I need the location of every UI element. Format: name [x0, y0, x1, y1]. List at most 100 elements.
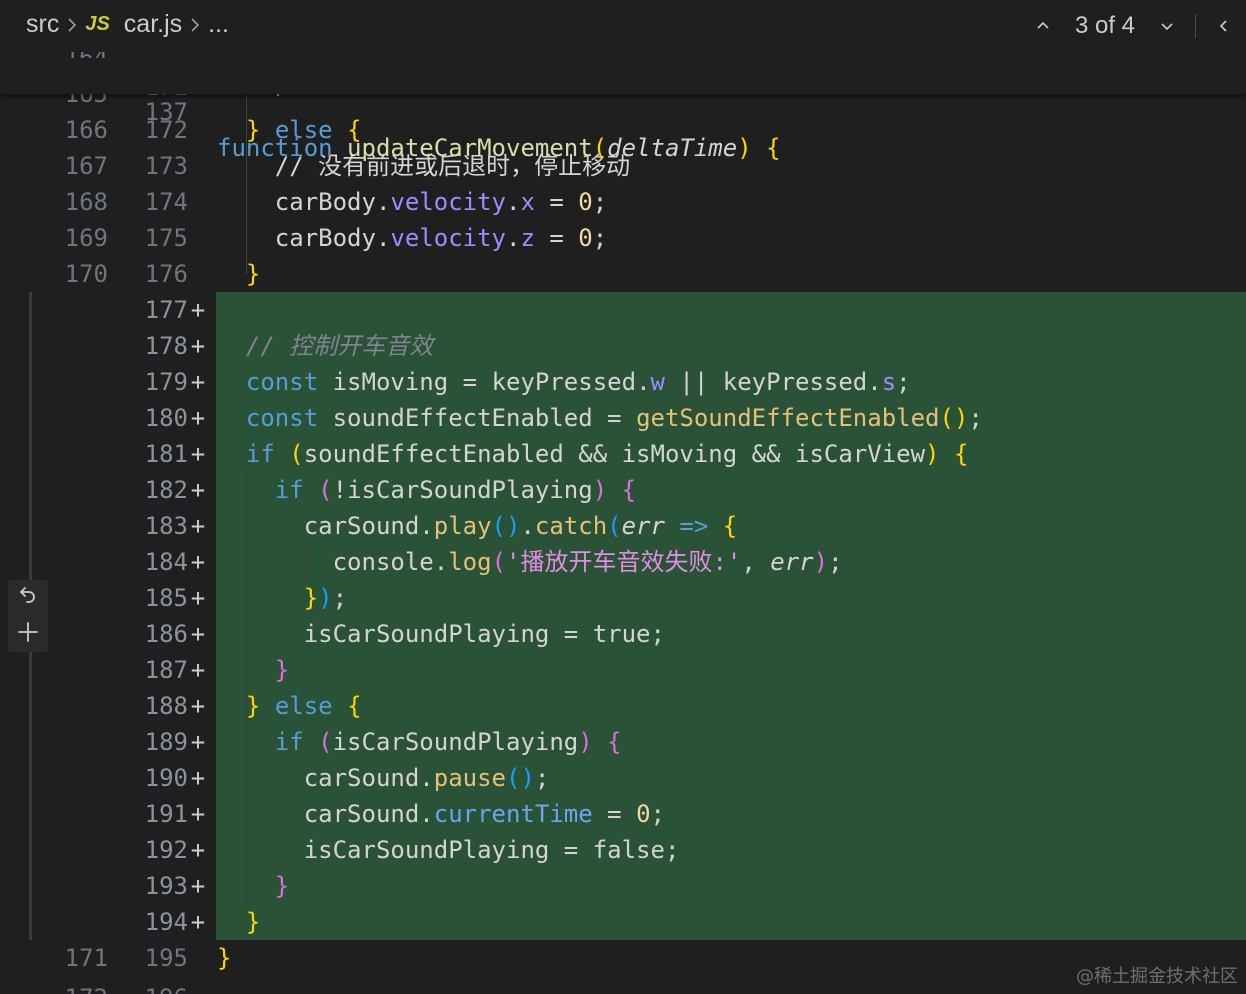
line-number-new: 184 — [144, 548, 188, 576]
line-number-new: 194 — [144, 908, 188, 936]
line-number-new: 174 — [144, 188, 188, 216]
added-line-marker: + — [190, 476, 206, 504]
added-code-line[interactable]: 183 + carSound.play().catch(err => { — [0, 508, 1246, 544]
code-text: carSound.currentTime = 0; — [303, 800, 665, 828]
added-code-line[interactable]: 194 + } — [0, 904, 1246, 940]
code-text: } — [245, 908, 261, 936]
plus-icon[interactable] — [16, 620, 40, 648]
watermark: @稀土掘金技术社区 — [1076, 966, 1238, 987]
added-line-marker: + — [190, 296, 206, 324]
code-text: carSound.play().catch(err => { — [303, 512, 738, 540]
code-line: function updateCarMovement(deltaTime) { — [217, 134, 781, 162]
added-code-line[interactable]: 191 + carSound.currentTime = 0; — [0, 796, 1246, 832]
added-code-line[interactable]: 179 + const isMoving = keyPressed.w || ke… — [0, 364, 1246, 400]
added-code-line[interactable]: 189 + if (isCarSoundPlaying) { — [0, 724, 1246, 760]
added-line-marker: + — [190, 656, 206, 684]
js-file-icon: JS — [85, 13, 110, 35]
added-code-line[interactable]: 185 + }); — [0, 580, 1246, 616]
code-text: } — [274, 872, 290, 900]
code-text: if (soundEffectEnabled && isMoving && is… — [245, 440, 969, 468]
line-number-new: 187 — [144, 656, 188, 684]
added-line-marker: + — [190, 872, 206, 900]
code-text: const soundEffectEnabled = getSoundEffec… — [245, 404, 983, 432]
line-number-new: 173 — [144, 152, 188, 180]
breadcrumb-symbol[interactable]: ... — [208, 10, 229, 39]
line-number-new: 185 — [144, 584, 188, 612]
breadcrumb: src JS car.js ... — [26, 10, 229, 39]
editor-breadcrumb-bar: src JS car.js ... 3 of 4 — [0, 0, 1246, 52]
line-number-new: 195 — [144, 944, 188, 972]
line-number-new: 188 — [144, 692, 188, 720]
code-text: } — [245, 260, 261, 288]
added-line-marker: + — [190, 548, 206, 576]
line-number-new: 179 — [144, 368, 188, 396]
line-number-new: 175 — [144, 224, 188, 252]
diff-editor[interactable]: 164 171 } 137 function updateCarMovement… — [0, 0, 1246, 994]
added-line-marker: + — [190, 512, 206, 540]
added-line-marker: + — [190, 800, 206, 828]
breadcrumb-file[interactable]: car.js — [124, 10, 182, 39]
chevron-right-icon — [182, 17, 208, 33]
code-line[interactable]: 170 176 } — [0, 256, 1246, 292]
chevron-down-icon[interactable] — [1145, 10, 1189, 42]
divider — [1195, 14, 1196, 38]
code-text: if (isCarSoundPlaying) { — [274, 728, 622, 756]
code-text: const isMoving = keyPressed.w || keyPres… — [245, 368, 911, 396]
code-text: } — [217, 944, 232, 972]
added-line-marker: + — [190, 836, 206, 864]
code-text: } — [274, 656, 290, 684]
code-text: carBody.velocity.x = 0; — [274, 188, 608, 216]
code-text: isCarSoundPlaying = false; — [303, 836, 680, 864]
added-code-line[interactable]: 181 + if (soundEffectEnabled && isMoving … — [0, 436, 1246, 472]
sticky-scroll-line[interactable]: 137 function updateCarMovement(deltaTime… — [0, 58, 1246, 162]
line-number-new: 192 — [144, 836, 188, 864]
chevron-right-icon — [59, 17, 85, 33]
chevron-up-icon[interactable] — [1021, 10, 1065, 42]
added-code-line[interactable]: 184 + console.log('播放开车音效失败:', err); — [0, 544, 1246, 580]
line-number-old: 168 — [64, 188, 108, 216]
change-counter: 3 of 4 — [1074, 12, 1135, 39]
added-line-marker: + — [190, 332, 206, 360]
line-number-new: 183 — [144, 512, 188, 540]
line-number-new: 137 — [144, 98, 188, 126]
added-code-line[interactable]: 178 + // 控制开车音效 — [0, 328, 1246, 364]
added-line-marker: + — [190, 908, 206, 936]
code-line[interactable]: 171 195} — [0, 940, 1246, 976]
code-line[interactable]: 169 175 carBody.velocity.z = 0; — [0, 220, 1246, 256]
code-text: if (!isCarSoundPlaying) { — [274, 476, 637, 504]
line-number-new: 193 — [144, 872, 188, 900]
line-number-old: 169 — [64, 224, 108, 252]
partial-line-number: 172 — [40, 980, 108, 994]
added-code-line[interactable]: 188 + } else { — [0, 688, 1246, 724]
line-number-new: 181 — [144, 440, 188, 468]
breadcrumb-folder[interactable]: src — [26, 10, 59, 39]
code-text: }); — [303, 584, 348, 612]
code-text: isCarSoundPlaying = true; — [303, 620, 665, 648]
change-navigator: 3 of 4 — [1021, 10, 1246, 42]
added-line-marker: + — [190, 764, 206, 792]
chevron-left-icon[interactable] — [1202, 10, 1246, 42]
line-number-new: 182 — [144, 476, 188, 504]
code-text: carBody.velocity.z = 0; — [274, 224, 608, 252]
line-number-new: 177 — [144, 296, 188, 324]
line-number-old: 170 — [64, 260, 108, 288]
added-code-line[interactable]: 193 + } — [0, 868, 1246, 904]
revert-icon[interactable] — [16, 584, 40, 612]
added-code-line[interactable]: 182 + if (!isCarSoundPlaying) { — [0, 472, 1246, 508]
added-code-line[interactable]: 186 + isCarSoundPlaying = true; — [0, 616, 1246, 652]
code-line[interactable]: 168 174 carBody.velocity.x = 0; — [0, 184, 1246, 220]
added-code-line[interactable]: 177 + — [0, 292, 1246, 328]
code-text: carSound.pause(); — [303, 764, 550, 792]
added-code-line[interactable]: 192 + isCarSoundPlaying = false; — [0, 832, 1246, 868]
hunk-actions — [8, 580, 48, 652]
added-code-line[interactable]: 180 + const soundEffectEnabled = getSound… — [0, 400, 1246, 436]
added-code-line[interactable]: 190 + carSound.pause(); — [0, 760, 1246, 796]
line-number-new: 178 — [144, 332, 188, 360]
code-text: } else { — [245, 692, 362, 720]
added-line-marker: + — [190, 440, 206, 468]
line-number-new: 180 — [144, 404, 188, 432]
added-code-line[interactable]: 187 + } — [0, 652, 1246, 688]
line-number-new: 186 — [144, 620, 188, 648]
line-number-new: 191 — [144, 800, 188, 828]
code-text: console.log('播放开车音效失败:', err); — [332, 548, 843, 576]
